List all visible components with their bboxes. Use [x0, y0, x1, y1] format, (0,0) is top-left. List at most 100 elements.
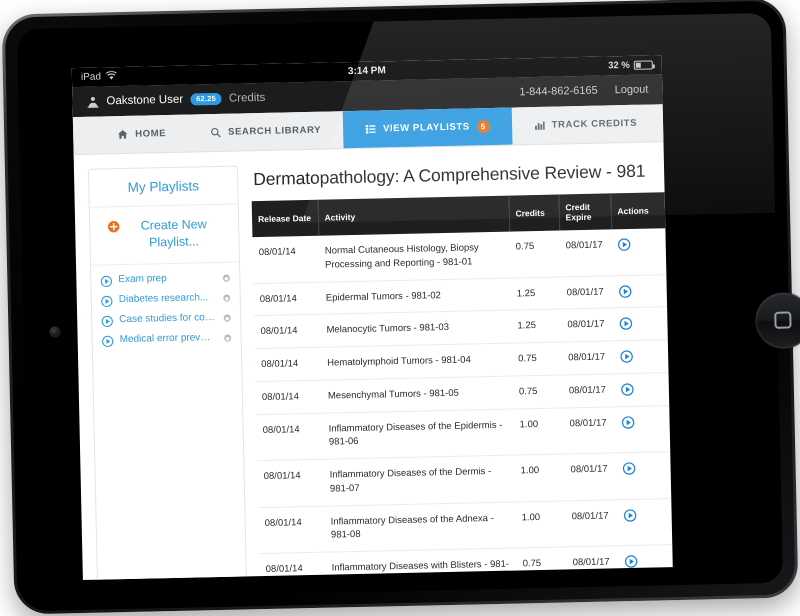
- app-bar-right: 1-844-862-6165 Logout: [519, 84, 648, 99]
- create-new-playlist-label: Create New Playlist...: [140, 217, 207, 250]
- cell-credits: 0.75: [512, 374, 564, 409]
- cell-credits: 0.75: [511, 342, 563, 376]
- cell-activity: Hematolymphoid Tumors - 981-04: [320, 343, 513, 381]
- cell-credit-expire: 08/01/17: [565, 499, 619, 548]
- cell-activity: Inflammatory Diseases with Blisters - 98…: [325, 548, 518, 580]
- credits-label: Credits: [228, 91, 266, 105]
- cell-credit-expire: 08/01/17: [559, 229, 613, 277]
- cell-release-date: 08/01/14: [257, 459, 325, 508]
- cell-credits: 1.25: [510, 276, 562, 311]
- cell-credit-expire: 08/01/17: [561, 308, 614, 343]
- home-button[interactable]: [754, 292, 800, 350]
- cell-release-date: 08/01/14: [256, 412, 324, 461]
- gear-icon[interactable]: [221, 291, 233, 303]
- cell-release-date: 08/01/14: [255, 380, 323, 415]
- tab-track-credits-label: TRACK CREDITS: [551, 117, 638, 131]
- ipad-device-frame: iPad 3:14 PM 32 % Oakstone User 62.25 Cr…: [1, 0, 800, 615]
- column-header-actions: Actions: [610, 192, 666, 230]
- cell-actions: [611, 228, 667, 276]
- support-phone-link[interactable]: 1-844-862-6165: [519, 85, 598, 99]
- cell-credits: 1.00: [514, 454, 566, 502]
- cell-credit-expire: 08/01/17: [561, 340, 615, 375]
- cell-actions: [618, 544, 673, 580]
- app-body: My Playlists Create New Playlist... Exam…: [74, 142, 673, 580]
- play-circle-icon[interactable]: [102, 334, 114, 347]
- cell-release-date: 08/01/14: [259, 552, 327, 580]
- column-header-credits: Credits: [508, 194, 560, 232]
- play-circle-icon[interactable]: [623, 508, 637, 522]
- cell-release-date: 08/01/14: [254, 314, 321, 349]
- column-header-release-date: Release Date: [251, 199, 319, 238]
- cell-activity: Epidermal Tumors - 981-02: [319, 277, 512, 315]
- tab-home-label: HOME: [135, 128, 167, 140]
- playlists-count-badge: 5: [476, 120, 490, 134]
- cell-actions: [616, 451, 672, 500]
- cell-release-date: 08/01/14: [252, 235, 320, 284]
- ipad-bezel: iPad 3:14 PM 32 % Oakstone User 62.25 Cr…: [16, 12, 800, 600]
- play-circle-icon[interactable]: [621, 415, 635, 429]
- playlist-item-label: Exam prep: [118, 273, 167, 286]
- cell-release-date: 08/01/14: [258, 505, 326, 554]
- cell-activity: Inflammatory Diseases of the Dermis - 98…: [323, 455, 516, 506]
- credits-badge: 62.25: [190, 93, 223, 106]
- cell-credits: 1.00: [513, 407, 565, 456]
- cell-credit-expire: 08/01/17: [563, 406, 617, 455]
- cell-credits: 0.75: [516, 547, 568, 580]
- list-icon: [365, 123, 376, 134]
- cell-actions: [617, 498, 673, 546]
- playlists-sidebar: My Playlists Create New Playlist... Exam…: [87, 165, 249, 580]
- column-header-credit-expire: Credit Expire: [558, 193, 612, 231]
- tab-view-playlists[interactable]: VIEW PLAYLISTS 5: [342, 107, 513, 149]
- user-icon: [86, 95, 99, 108]
- plus-circle-icon: [107, 220, 120, 233]
- tab-search-library[interactable]: SEARCH LIBRARY: [188, 111, 344, 151]
- cell-actions: [612, 274, 668, 309]
- app-screen: iPad 3:14 PM 32 % Oakstone User 62.25 Cr…: [71, 55, 673, 580]
- play-circle-icon[interactable]: [619, 284, 632, 298]
- front-camera-icon: [49, 326, 61, 338]
- column-header-activity: Activity: [317, 195, 510, 236]
- cell-activity: Mesenchymal Tumors - 981-05: [321, 375, 514, 413]
- play-circle-icon[interactable]: [621, 383, 634, 396]
- user-name-label: Oakstone User: [106, 93, 184, 108]
- cell-credit-expire: 08/01/17: [560, 275, 614, 310]
- cell-actions: [613, 339, 669, 374]
- cell-credit-expire: 08/01/17: [566, 545, 620, 580]
- table-body: 08/01/14 Normal Cutaneous Histology, Bio…: [252, 228, 673, 580]
- play-circle-icon[interactable]: [100, 274, 113, 287]
- status-bar-right: 32 %: [608, 59, 653, 71]
- cell-actions: [613, 306, 668, 341]
- cell-credit-expire: 08/01/17: [564, 452, 618, 501]
- chart-icon: [534, 120, 545, 131]
- logout-button[interactable]: Logout: [615, 84, 649, 97]
- playlist-item-label: Medical error prevention: [119, 332, 216, 346]
- search-icon: [210, 127, 221, 138]
- play-circle-icon[interactable]: [617, 238, 631, 251]
- play-circle-icon[interactable]: [622, 462, 636, 475]
- main-content: Dermatopathology: A Comprehensive Review…: [251, 156, 673, 580]
- cell-actions: [615, 405, 671, 453]
- cell-credit-expire: 08/01/17: [562, 373, 616, 408]
- create-new-playlist-button[interactable]: Create New Playlist...: [89, 204, 240, 266]
- home-icon: [117, 129, 128, 140]
- tab-home[interactable]: HOME: [95, 115, 189, 154]
- cell-activity: Inflammatory Diseases of the Epidermis -…: [322, 408, 515, 460]
- cell-credits: 0.75: [509, 230, 561, 278]
- tab-track-credits[interactable]: TRACK CREDITS: [511, 104, 659, 144]
- cell-release-date: 08/01/14: [254, 347, 322, 382]
- play-circle-icon[interactable]: [101, 294, 113, 307]
- battery-icon: [633, 60, 653, 70]
- sidebar-title: My Playlists: [88, 166, 238, 208]
- gear-icon[interactable]: [221, 311, 233, 323]
- user-block[interactable]: Oakstone User 62.25 Credits: [86, 91, 265, 108]
- cell-activity: Normal Cutaneous Histology, Biopsy Proce…: [318, 231, 511, 282]
- play-circle-icon[interactable]: [624, 555, 638, 568]
- list-item[interactable]: Medical error prevention: [92, 327, 240, 350]
- gear-icon[interactable]: [222, 331, 234, 343]
- gear-icon[interactable]: [220, 271, 232, 283]
- play-circle-icon[interactable]: [101, 314, 113, 327]
- play-circle-icon[interactable]: [619, 317, 633, 331]
- cell-activity: Inflammatory Diseases of the Adnexa - 98…: [324, 501, 517, 553]
- device-stage: iPad 3:14 PM 32 % Oakstone User 62.25 Cr…: [0, 0, 800, 616]
- play-circle-icon[interactable]: [620, 350, 633, 363]
